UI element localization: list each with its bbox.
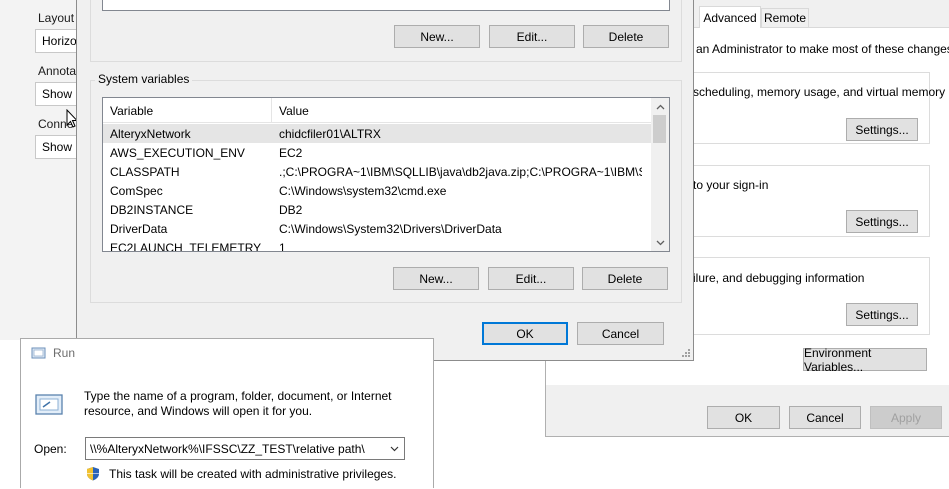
system-variables-list[interactable]: Variable Value AlteryxNetwork chidcfiler… [102,97,670,252]
system-delete-button[interactable]: Delete [582,267,668,290]
sysprops-apply-button[interactable]: Apply [870,406,942,429]
run-app-icon [31,347,46,359]
annotation-label: Annota [38,64,77,78]
layout-label: Layout [38,11,75,25]
user-variables-list[interactable] [102,0,670,11]
open-input[interactable]: \\%AlteryxNetwork%\IFSSC\ZZ_TEST\relativ… [90,442,365,456]
user-new-button[interactable]: New... [394,25,480,48]
run-program-icon [35,394,63,415]
table-row[interactable]: CLASSPATH .;C:\PROGRA~1\IBM\SQLLIB\java\… [103,162,652,181]
table-row[interactable]: AWS_EXECUTION_ENV EC2 [103,143,652,162]
row-value: C:\Windows\System32\Drivers\DriverData [279,221,502,236]
row-variable: DriverData [110,221,168,236]
user-variables-group: New... Edit... Delete [90,0,682,62]
column-value[interactable]: Value [272,98,652,123]
row-value: .;C:\PROGRA~1\IBM\SQLLIB\java\db2java.zi… [279,164,642,179]
row-value: EC2 [279,145,303,160]
env-cancel-button[interactable]: Cancel [577,322,664,345]
user-delete-button[interactable]: Delete [583,25,669,48]
system-edit-button[interactable]: Edit... [488,267,574,290]
tab-advanced[interactable]: Advanced [699,6,761,28]
scroll-thumb[interactable] [653,115,666,143]
scroll-down-icon[interactable] [651,234,669,251]
table-row[interactable]: DB2INSTANCE DB2 [103,200,652,219]
sysprops-cancel-button[interactable]: Cancel [789,406,861,429]
table-row[interactable]: EC2LAUNCH_TELEMETRY 1 [103,238,652,252]
list-scrollbar[interactable] [651,98,669,251]
scroll-up-icon[interactable] [651,98,669,115]
env-ok-button[interactable]: OK [482,322,568,345]
column-variable[interactable]: Variable [103,98,272,123]
row-variable: DB2INSTANCE [110,202,194,217]
system-new-button[interactable]: New... [393,267,479,290]
row-variable: AWS_EXECUTION_ENV [110,145,245,160]
system-variables-legend: System variables [95,72,193,86]
table-row[interactable]: AlteryxNetwork chidcfiler01\ALTRX [103,124,652,143]
table-row[interactable]: DriverData C:\Windows\System32\Drivers\D… [103,219,652,238]
row-variable: ComSpec [110,183,163,198]
row-value: C:\Windows\system32\cmd.exe [279,183,447,198]
row-variable: EC2LAUNCH_TELEMETRY [110,240,262,252]
uac-shield-icon [87,467,99,481]
row-variable: CLASSPATH [110,164,180,179]
row-value: chidcfiler01\ALTRX [279,126,381,141]
environment-variables-button[interactable]: Environment Variables... [803,346,927,374]
run-titlebar[interactable]: Run [21,339,433,367]
resize-grip-icon[interactable] [681,348,691,358]
list-header: Variable Value [103,98,652,123]
user-profiles-settings-button[interactable]: Settings... [846,210,918,233]
run-admin-note: This task will be created with administr… [109,467,397,481]
startup-recovery-settings-button[interactable]: Settings... [846,303,918,326]
table-row[interactable]: ComSpec C:\Windows\system32\cmd.exe [103,181,652,200]
tab-remote[interactable]: Remote [761,8,809,27]
admin-note: an Administrator to make most of these c… [696,42,949,56]
run-description: Type the name of a program, folder, docu… [84,389,392,418]
run-title: Run [53,346,76,360]
row-variable: AlteryxNetwork [110,126,191,141]
user-profiles-description: to your sign-in [693,178,769,192]
open-label: Open: [34,442,67,456]
run-dialog: Run Type the name of a program, folder, … [20,338,434,489]
startup-recovery-description: ilure, and debugging information [693,271,865,285]
row-value: 1 [279,240,286,252]
sysprops-ok-button[interactable]: OK [707,406,780,429]
user-edit-button[interactable]: Edit... [489,25,575,48]
chevron-down-icon[interactable] [390,446,399,452]
open-combobox[interactable]: \\%AlteryxNetwork%\IFSSC\ZZ_TEST\relativ… [85,437,405,460]
environment-variables-dialog: New... Edit... Delete System variables V… [76,0,694,361]
row-value: DB2 [279,202,303,217]
performance-settings-button[interactable]: Settings... [846,118,918,141]
performance-description: scheduling, memory usage, and virtual me… [693,85,946,99]
